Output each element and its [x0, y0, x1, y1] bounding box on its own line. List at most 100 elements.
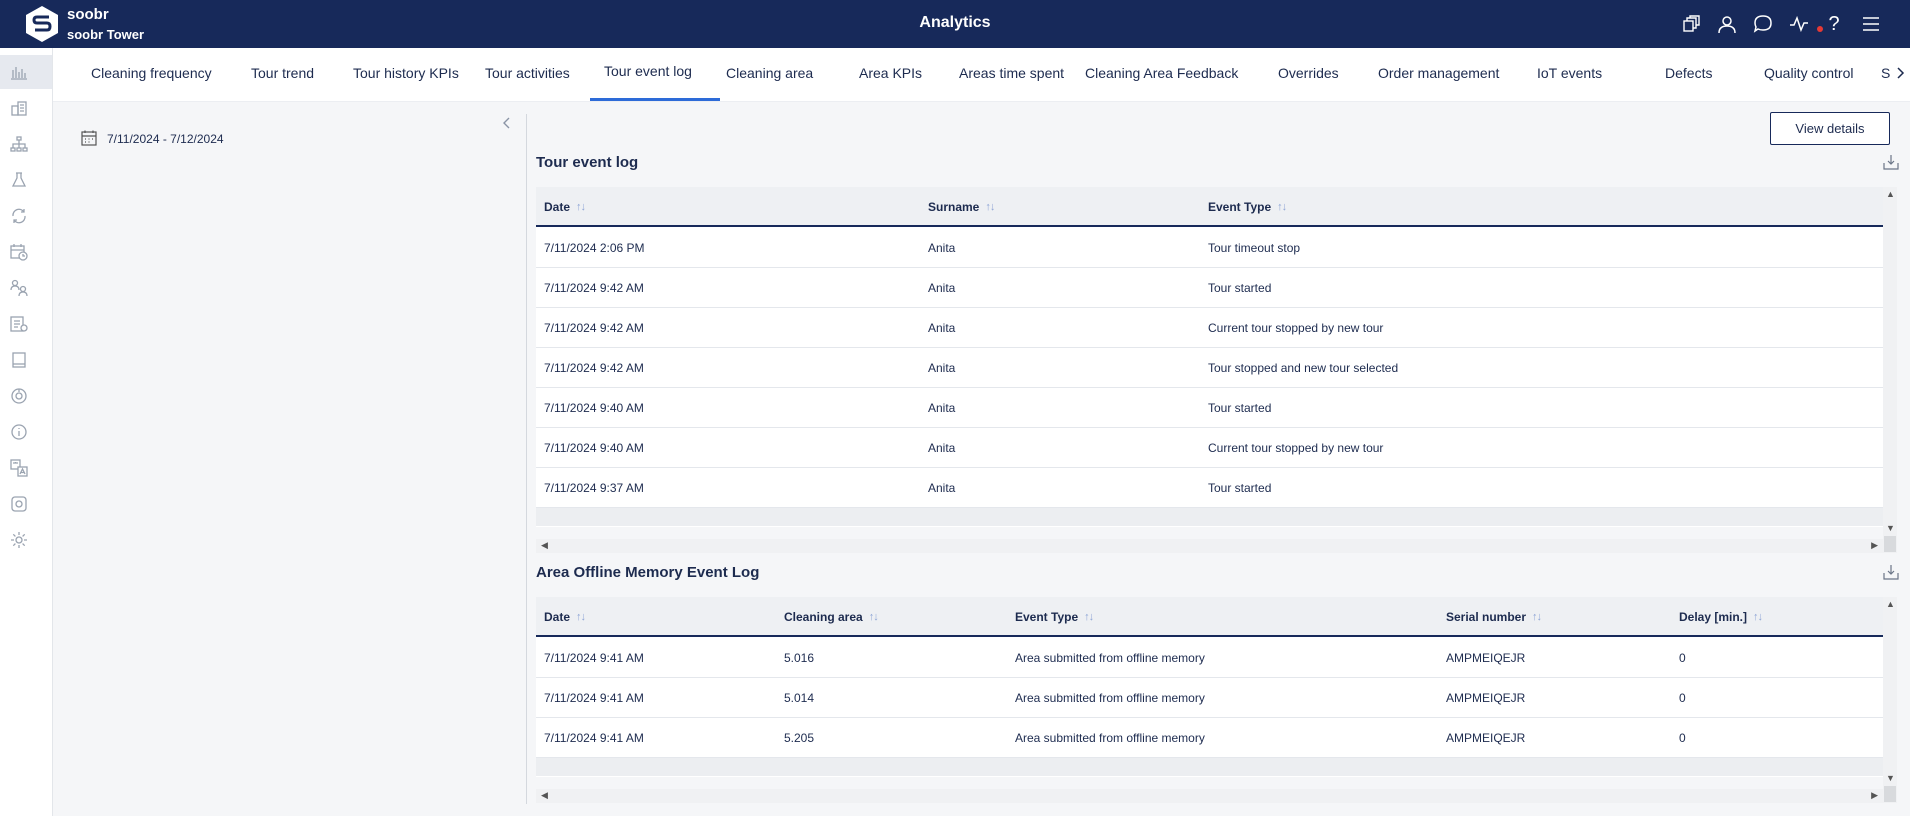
- sort-icon[interactable]: ↑↓: [869, 611, 879, 623]
- user-swap-icon[interactable]: [8, 277, 30, 299]
- analytics-tabs: Cleaning frequency Tour trend Tour histo…: [53, 48, 1910, 102]
- cell-surname: Anita: [928, 441, 956, 455]
- column-header-event-type[interactable]: Event Type ↑↓: [1208, 200, 1287, 214]
- vertical-scrollbar[interactable]: ▲ ▼: [1883, 187, 1897, 553]
- tab-order-management[interactable]: Order management: [1378, 65, 1499, 81]
- calendar-clock-icon[interactable]: [8, 241, 30, 263]
- tab-overflow[interactable]: S: [1881, 65, 1890, 81]
- sort-icon[interactable]: ↑↓: [1753, 611, 1763, 623]
- tab-defects[interactable]: Defects: [1665, 65, 1712, 81]
- settings-cog-icon[interactable]: [8, 493, 30, 515]
- sort-icon[interactable]: ↑↓: [985, 201, 995, 213]
- column-header-cleaning-area[interactable]: Cleaning area ↑↓: [784, 610, 879, 624]
- column-header-date[interactable]: Date ↑↓: [544, 610, 586, 624]
- scrollbar-thumb[interactable]: [1884, 786, 1896, 802]
- scroll-left-icon[interactable]: ◀: [541, 540, 548, 551]
- sensor-icon[interactable]: [8, 385, 30, 407]
- refresh-icon[interactable]: [8, 205, 30, 227]
- tab-quality-control[interactable]: Quality control: [1764, 65, 1853, 81]
- cell-surname: Anita: [928, 401, 956, 415]
- scroll-up-icon[interactable]: ▲: [1886, 599, 1895, 609]
- download-icon[interactable]: [1883, 564, 1899, 580]
- tab-cleaning-frequency[interactable]: Cleaning frequency: [91, 65, 212, 81]
- scrollbar-thumb[interactable]: [1884, 536, 1896, 552]
- table-row[interactable]: 7/11/2024 9:37 AM Anita Tour started: [536, 468, 1883, 508]
- column-header-surname[interactable]: Surname ↑↓: [928, 200, 995, 214]
- collapse-panel-icon[interactable]: [501, 116, 515, 132]
- sort-icon[interactable]: ↑↓: [1084, 611, 1094, 623]
- copy-icon[interactable]: [1680, 13, 1702, 35]
- column-header-date[interactable]: Date ↑↓: [544, 200, 586, 214]
- activity-icon[interactable]: [1788, 13, 1810, 35]
- info-icon[interactable]: [8, 421, 30, 443]
- table-row[interactable]: 7/11/2024 9:41 AM 5.205 Area submitted f…: [536, 718, 1883, 758]
- tab-area-kpis[interactable]: Area KPIs: [859, 65, 922, 81]
- sort-icon[interactable]: ↑↓: [1277, 201, 1287, 213]
- column-header-delay[interactable]: Delay [min.] ↑↓: [1679, 610, 1763, 624]
- date-range-picker[interactable]: 7/11/2024 - 7/12/2024: [107, 132, 224, 146]
- soobr-logo-icon[interactable]: [24, 5, 60, 43]
- table-row[interactable]: 7/11/2024 9:42 AM Anita Current tour sto…: [536, 308, 1883, 348]
- cell-event-type: Tour started: [1208, 281, 1272, 295]
- translate-icon[interactable]: [8, 457, 30, 479]
- cell-date: 7/11/2024 9:42 AM: [544, 321, 644, 335]
- cell-cleaning-area: 5.016: [784, 651, 815, 665]
- top-bar: soobr soobr Tower Analytics ?: [0, 0, 1910, 48]
- cell-date: 7/11/2024 9:41 AM: [544, 691, 644, 705]
- tab-tour-history-kpis[interactable]: Tour history KPIs: [353, 65, 459, 81]
- cell-delay: 0: [1679, 691, 1686, 705]
- cell-serial-number: AMPMEIQEJR: [1446, 651, 1526, 665]
- help-icon[interactable]: ?: [1823, 13, 1845, 35]
- table-footer: [536, 758, 1883, 776]
- vertical-scrollbar[interactable]: ▲ ▼: [1883, 597, 1897, 803]
- scroll-left-icon[interactable]: ◀: [541, 790, 548, 801]
- table-row[interactable]: 7/11/2024 9:41 AM 5.014 Area submitted f…: [536, 678, 1883, 718]
- scroll-down-icon[interactable]: ▼: [1886, 773, 1895, 783]
- download-icon[interactable]: [1883, 154, 1899, 170]
- table-row[interactable]: 7/11/2024 9:41 AM 5.016 Area submitted f…: [536, 638, 1883, 678]
- buildings-icon[interactable]: [8, 97, 30, 119]
- lab-icon[interactable]: [8, 169, 30, 191]
- site-name[interactable]: soobr Tower: [67, 27, 144, 42]
- cell-event-type: Tour started: [1208, 401, 1272, 415]
- analytics-icon[interactable]: [8, 61, 30, 83]
- calendar-icon[interactable]: [81, 130, 97, 146]
- cell-date: 7/11/2024 9:42 AM: [544, 281, 644, 295]
- scroll-up-icon[interactable]: ▲: [1886, 189, 1895, 199]
- tab-tour-trend[interactable]: Tour trend: [251, 65, 314, 81]
- chat-icon[interactable]: [1752, 13, 1774, 35]
- horizontal-scrollbar[interactable]: ◀ ▶: [536, 789, 1883, 803]
- settings-icon[interactable]: [8, 529, 30, 551]
- tab-areas-time-spent[interactable]: Areas time spent: [959, 65, 1064, 81]
- user-icon[interactable]: [1716, 13, 1738, 35]
- cell-event-type: Tour stopped and new tour selected: [1208, 361, 1399, 375]
- sort-icon[interactable]: ↑↓: [1532, 611, 1542, 623]
- scroll-right-icon[interactable]: ▶: [1871, 790, 1878, 801]
- table-row[interactable]: 7/11/2024 9:42 AM Anita Tour started: [536, 268, 1883, 308]
- horizontal-scrollbar[interactable]: ◀ ▶: [536, 539, 1883, 553]
- cell-event-type: Area submitted from offline memory: [1015, 651, 1205, 665]
- tab-cleaning-area[interactable]: Cleaning area: [726, 65, 813, 81]
- table-row[interactable]: 7/11/2024 9:40 AM Anita Tour started: [536, 388, 1883, 428]
- scroll-down-icon[interactable]: ▼: [1886, 523, 1895, 533]
- table-row[interactable]: 7/11/2024 9:40 AM Anita Current tour sto…: [536, 428, 1883, 468]
- cell-date: 7/11/2024 2:06 PM: [544, 241, 645, 255]
- tab-tour-activities[interactable]: Tour activities: [485, 65, 570, 81]
- list-icon[interactable]: [8, 313, 30, 335]
- table-row[interactable]: 7/11/2024 9:42 AM Anita Tour stopped and…: [536, 348, 1883, 388]
- column-header-event-type[interactable]: Event Type ↑↓: [1015, 610, 1094, 624]
- tab-iot-events[interactable]: IoT events: [1537, 65, 1602, 81]
- column-header-serial-number[interactable]: Serial number ↑↓: [1446, 610, 1542, 624]
- table-row[interactable]: 7/11/2024 2:06 PM Anita Tour timeout sto…: [536, 228, 1883, 268]
- hierarchy-icon[interactable]: [8, 133, 30, 155]
- tab-overrides[interactable]: Overrides: [1278, 65, 1339, 81]
- scroll-right-icon[interactable]: ▶: [1871, 540, 1878, 551]
- tabs-scroll-right-icon[interactable]: [1895, 66, 1907, 82]
- menu-icon[interactable]: [1860, 13, 1882, 35]
- tab-tour-event-log[interactable]: Tour event log: [604, 63, 692, 79]
- tablet-icon[interactable]: [8, 349, 30, 371]
- sort-icon[interactable]: ↑↓: [576, 611, 586, 623]
- tab-cleaning-area-feedback[interactable]: Cleaning Area Feedback: [1085, 65, 1238, 81]
- sort-icon[interactable]: ↑↓: [576, 201, 586, 213]
- view-details-button[interactable]: View details: [1770, 112, 1890, 145]
